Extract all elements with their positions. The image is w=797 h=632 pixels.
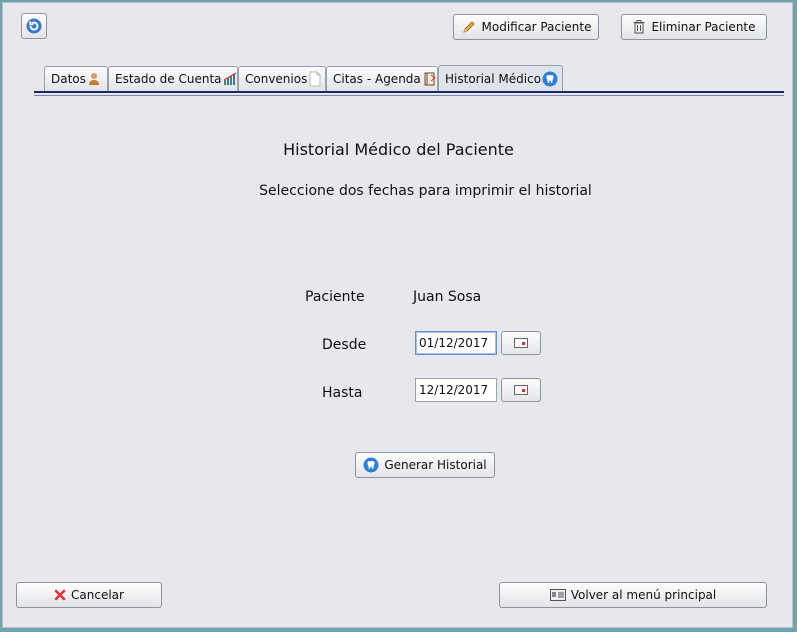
refresh-button[interactable] xyxy=(21,13,47,39)
from-date-field[interactable] xyxy=(415,331,497,355)
refresh-icon xyxy=(25,17,43,35)
page-title: Historial Médico del Paciente xyxy=(283,140,514,159)
to-label: Hasta xyxy=(322,385,363,401)
generate-history-button[interactable]: Generar Historial xyxy=(355,452,495,478)
back-to-main-menu-label: Volver al menú principal xyxy=(570,588,717,602)
modify-patient-label: Modificar Paciente xyxy=(481,20,592,34)
cancel-button[interactable]: Cancelar xyxy=(16,582,162,608)
modify-patient-button[interactable]: Modificar Paciente xyxy=(453,14,599,40)
cancel-label: Cancelar xyxy=(71,588,124,602)
tooth-icon xyxy=(542,71,558,87)
page-subtitle: Seleccione dos fechas para imprimir el h… xyxy=(259,183,592,199)
to-date-field[interactable] xyxy=(415,378,497,402)
generate-history-label: Generar Historial xyxy=(384,458,487,472)
tab-label: Historial Médico xyxy=(445,72,542,86)
id-card-icon xyxy=(549,589,566,601)
document-icon xyxy=(308,71,322,87)
back-to-main-menu-button[interactable]: Volver al menú principal xyxy=(499,582,767,608)
close-icon xyxy=(54,589,66,601)
to-calendar-button[interactable] xyxy=(501,378,541,402)
tab-citas-agenda[interactable]: Citas - Agenda xyxy=(326,66,438,91)
tab-historial-medico[interactable]: Historial Médico xyxy=(438,65,563,92)
patient-value: Juan Sosa xyxy=(413,289,482,305)
calendar-icon xyxy=(514,338,528,348)
tab-estado-de-cuenta[interactable]: Estado de Cuenta xyxy=(108,66,238,91)
from-label: Desde xyxy=(322,337,367,353)
from-calendar-button[interactable] xyxy=(501,331,541,355)
tab-convenios[interactable]: Convenios xyxy=(238,66,326,91)
patient-label: Paciente xyxy=(305,289,365,305)
trash-icon xyxy=(632,19,646,35)
agenda-icon xyxy=(422,71,438,87)
pencil-icon xyxy=(461,19,477,35)
delete-patient-button[interactable]: Eliminar Paciente xyxy=(621,14,767,40)
tooth-icon xyxy=(363,457,379,473)
calendar-icon xyxy=(514,385,528,395)
delete-patient-label: Eliminar Paciente xyxy=(651,20,756,34)
tab-label: Citas - Agenda xyxy=(333,72,421,86)
tab-divider xyxy=(34,91,784,93)
tab-label: Estado de Cuenta xyxy=(115,72,222,86)
tab-label: Convenios xyxy=(245,72,308,86)
user-icon xyxy=(87,72,101,86)
chart-icon xyxy=(223,72,239,86)
tab-datos[interactable]: Datos xyxy=(44,66,108,91)
tab-label: Datos xyxy=(51,72,86,86)
tab-divider-shadow xyxy=(34,95,784,96)
